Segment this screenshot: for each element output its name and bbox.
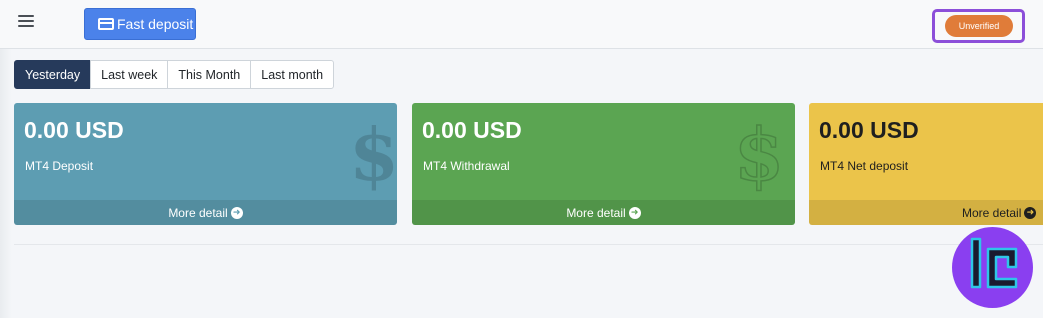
net-deposit-label: MT4 Net deposit xyxy=(820,159,909,173)
mt4-withdrawal-card: 0.00 USD MT4 Withdrawal $ More detail ➜ xyxy=(412,103,795,225)
dollar-sign-icon: $ xyxy=(349,112,397,197)
status-highlight-box: Unverified xyxy=(932,9,1025,43)
more-detail-label: More detail xyxy=(168,205,228,220)
withdrawal-amount: 0.00 USD xyxy=(422,117,522,143)
tc-logo xyxy=(952,227,1033,308)
arrow-circle-right-icon: ➜ xyxy=(628,206,641,219)
deposit-more-detail-link[interactable]: More detail ➜ xyxy=(14,200,397,225)
withdrawal-more-detail-link[interactable]: More detail ➜ xyxy=(412,200,795,225)
fast-deposit-button[interactable]: Fast deposit xyxy=(84,8,196,40)
arrow-circle-right-icon: ➜ xyxy=(230,206,243,219)
period-this-month-button[interactable]: This Month xyxy=(167,60,252,89)
deposit-amount: 0.00 USD xyxy=(24,117,124,143)
deposit-label: MT4 Deposit xyxy=(25,159,94,173)
content-divider xyxy=(14,244,1043,245)
hamburger-menu-icon[interactable] xyxy=(18,15,34,29)
mt4-deposit-card: 0.00 USD MT4 Deposit $ More detail ➜ xyxy=(14,103,397,225)
dollar-sign-icon: $ xyxy=(733,112,785,197)
net-deposit-more-detail-link[interactable]: More detail ➜ xyxy=(809,200,1043,225)
period-filter-group: Yesterday Last week This Month Last mont… xyxy=(14,60,335,89)
period-last-week-button[interactable]: Last week xyxy=(90,60,169,89)
top-navbar: Fast deposit Unverified xyxy=(0,0,1043,49)
period-yesterday-button[interactable]: Yesterday xyxy=(14,60,92,89)
mt4-net-deposit-card: 0.00 USD MT4 Net deposit More detail ➜ xyxy=(809,103,1043,225)
credit-card-icon xyxy=(98,18,114,30)
net-deposit-amount: 0.00 USD xyxy=(819,117,919,143)
more-detail-label: More detail xyxy=(566,205,626,220)
unverified-badge[interactable]: Unverified xyxy=(945,15,1013,37)
arrow-circle-right-icon: ➜ xyxy=(1024,206,1037,219)
withdrawal-label: MT4 Withdrawal xyxy=(423,159,510,173)
fast-deposit-label: Fast deposit xyxy=(117,16,194,32)
more-detail-label: More detail xyxy=(962,205,1022,220)
period-last-month-button[interactable]: Last month xyxy=(250,60,335,89)
